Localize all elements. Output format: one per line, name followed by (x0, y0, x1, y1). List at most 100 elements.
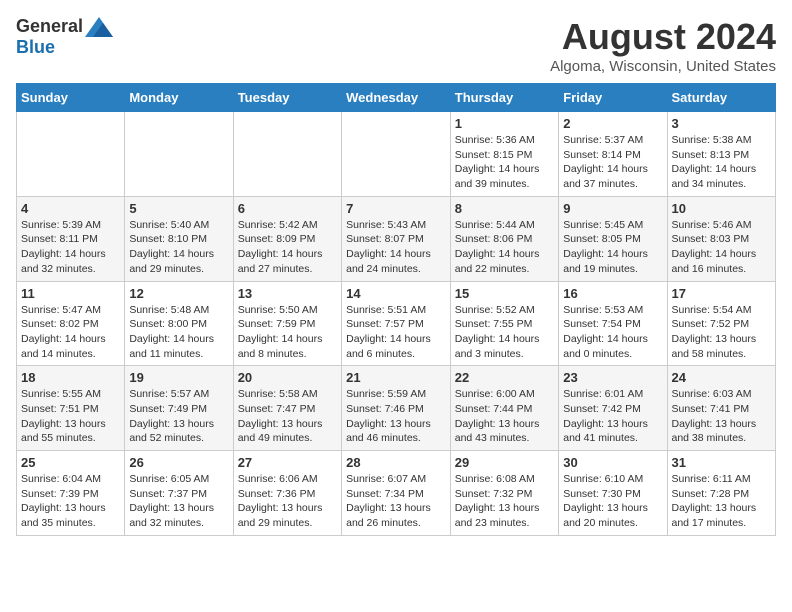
calendar-cell: 13 Sunrise: 5:50 AM Sunset: 7:59 PM Dayli… (233, 281, 341, 366)
day-info: Sunrise: 5:43 AM Sunset: 8:07 PM Dayligh… (346, 218, 446, 277)
day-number: 26 (129, 455, 228, 470)
calendar-cell: 30 Sunrise: 6:10 AM Sunset: 7:30 PM Dayli… (559, 451, 667, 536)
calendar-cell: 3 Sunrise: 5:38 AM Sunset: 8:13 PM Daylig… (667, 112, 776, 197)
day-number: 16 (563, 286, 662, 301)
logo-general-text: General (16, 16, 83, 37)
day-info: Sunrise: 5:58 AM Sunset: 7:47 PM Dayligh… (238, 387, 337, 446)
day-info: Sunrise: 6:00 AM Sunset: 7:44 PM Dayligh… (455, 387, 554, 446)
calendar-cell: 12 Sunrise: 5:48 AM Sunset: 8:00 PM Dayli… (125, 281, 233, 366)
calendar-week-row: 1 Sunrise: 5:36 AM Sunset: 8:15 PM Daylig… (17, 112, 776, 197)
calendar-cell: 15 Sunrise: 5:52 AM Sunset: 7:55 PM Dayli… (450, 281, 558, 366)
day-number: 8 (455, 201, 554, 216)
day-info: Sunrise: 6:06 AM Sunset: 7:36 PM Dayligh… (238, 472, 337, 531)
calendar-cell: 23Sunrise: 6:01 AM Sunset: 7:42 PM Dayli… (559, 366, 667, 451)
day-info: Sunrise: 5:53 AM Sunset: 7:54 PM Dayligh… (563, 303, 662, 362)
day-of-week-header: Monday (125, 84, 233, 112)
logo: General Blue (16, 16, 113, 58)
day-info: Sunrise: 5:54 AM Sunset: 7:52 PM Dayligh… (672, 303, 772, 362)
day-info: Sunrise: 5:36 AM Sunset: 8:15 PM Dayligh… (455, 133, 554, 192)
calendar-cell: 6Sunrise: 5:42 AM Sunset: 8:09 PM Daylig… (233, 196, 341, 281)
day-number: 25 (21, 455, 120, 470)
day-info: Sunrise: 5:52 AM Sunset: 7:55 PM Dayligh… (455, 303, 554, 362)
calendar-cell: 10 Sunrise: 5:46 AM Sunset: 8:03 PM Dayli… (667, 196, 776, 281)
day-number: 31 (672, 455, 772, 470)
day-info: Sunrise: 5:45 AM Sunset: 8:05 PM Dayligh… (563, 218, 662, 277)
day-number: 4 (21, 201, 120, 216)
day-of-week-header: Wednesday (342, 84, 451, 112)
day-info: Sunrise: 5:50 AM Sunset: 7:59 PM Dayligh… (238, 303, 337, 362)
calendar-week-row: 18Sunrise: 5:55 AM Sunset: 7:51 PM Dayli… (17, 366, 776, 451)
day-number: 5 (129, 201, 228, 216)
day-number: 9 (563, 201, 662, 216)
day-info: Sunrise: 5:37 AM Sunset: 8:14 PM Dayligh… (563, 133, 662, 192)
day-info: Sunrise: 5:48 AM Sunset: 8:00 PM Dayligh… (129, 303, 228, 362)
day-info: Sunrise: 6:10 AM Sunset: 7:30 PM Dayligh… (563, 472, 662, 531)
day-number: 20 (238, 370, 337, 385)
logo-icon (85, 17, 113, 37)
day-info: Sunrise: 6:01 AM Sunset: 7:42 PM Dayligh… (563, 387, 662, 446)
day-number: 22 (455, 370, 554, 385)
day-number: 24 (672, 370, 772, 385)
day-number: 30 (563, 455, 662, 470)
day-number: 1 (455, 116, 554, 131)
day-info: Sunrise: 5:39 AM Sunset: 8:11 PM Dayligh… (21, 218, 120, 277)
day-number: 18 (21, 370, 120, 385)
calendar-cell: 25 Sunrise: 6:04 AM Sunset: 7:39 PM Dayli… (17, 451, 125, 536)
calendar-cell: 20 Sunrise: 5:58 AM Sunset: 7:47 PM Dayli… (233, 366, 341, 451)
day-info: Sunrise: 5:38 AM Sunset: 8:13 PM Dayligh… (672, 133, 772, 192)
day-info: Sunrise: 5:47 AM Sunset: 8:02 PM Dayligh… (21, 303, 120, 362)
calendar-cell: 11 Sunrise: 5:47 AM Sunset: 8:02 PM Dayli… (17, 281, 125, 366)
day-info: Sunrise: 5:46 AM Sunset: 8:03 PM Dayligh… (672, 218, 772, 277)
day-of-week-header: Friday (559, 84, 667, 112)
day-info: Sunrise: 5:44 AM Sunset: 8:06 PM Dayligh… (455, 218, 554, 277)
day-number: 29 (455, 455, 554, 470)
day-number: 10 (672, 201, 772, 216)
calendar-cell: 18Sunrise: 5:55 AM Sunset: 7:51 PM Dayli… (17, 366, 125, 451)
calendar-cell: 17 Sunrise: 5:54 AM Sunset: 7:52 PM Dayli… (667, 281, 776, 366)
day-number: 19 (129, 370, 228, 385)
calendar-cell: 7 Sunrise: 5:43 AM Sunset: 8:07 PM Daylig… (342, 196, 451, 281)
day-info: Sunrise: 6:07 AM Sunset: 7:34 PM Dayligh… (346, 472, 446, 531)
day-number: 13 (238, 286, 337, 301)
calendar-cell: 22 Sunrise: 6:00 AM Sunset: 7:44 PM Dayli… (450, 366, 558, 451)
calendar-cell: 21 Sunrise: 5:59 AM Sunset: 7:46 PM Dayli… (342, 366, 451, 451)
day-info: Sunrise: 6:11 AM Sunset: 7:28 PM Dayligh… (672, 472, 772, 531)
day-number: 17 (672, 286, 772, 301)
calendar-cell: 16 Sunrise: 5:53 AM Sunset: 7:54 PM Dayli… (559, 281, 667, 366)
day-number: 15 (455, 286, 554, 301)
day-number: 14 (346, 286, 446, 301)
day-number: 12 (129, 286, 228, 301)
day-number: 7 (346, 201, 446, 216)
day-number: 21 (346, 370, 446, 385)
title-section: August 2024 Algoma, Wisconsin, United St… (550, 16, 776, 75)
day-number: 6 (238, 201, 337, 216)
calendar-table: SundayMondayTuesdayWednesdayThursdayFrid… (16, 83, 776, 536)
calendar-cell: 31 Sunrise: 6:11 AM Sunset: 7:28 PM Dayli… (667, 451, 776, 536)
day-info: Sunrise: 6:04 AM Sunset: 7:39 PM Dayligh… (21, 472, 120, 531)
calendar-cell (342, 112, 451, 197)
day-number: 27 (238, 455, 337, 470)
day-info: Sunrise: 5:51 AM Sunset: 7:57 PM Dayligh… (346, 303, 446, 362)
day-of-week-header: Tuesday (233, 84, 341, 112)
day-info: Sunrise: 5:57 AM Sunset: 7:49 PM Dayligh… (129, 387, 228, 446)
calendar-cell: 26Sunrise: 6:05 AM Sunset: 7:37 PM Dayli… (125, 451, 233, 536)
day-number: 11 (21, 286, 120, 301)
day-info: Sunrise: 5:40 AM Sunset: 8:10 PM Dayligh… (129, 218, 228, 277)
calendar-cell (233, 112, 341, 197)
month-title: August 2024 (550, 16, 776, 58)
calendar-cell: 24 Sunrise: 6:03 AM Sunset: 7:41 PM Dayli… (667, 366, 776, 451)
calendar-week-row: 25 Sunrise: 6:04 AM Sunset: 7:39 PM Dayli… (17, 451, 776, 536)
day-number: 3 (672, 116, 772, 131)
calendar-cell: 27 Sunrise: 6:06 AM Sunset: 7:36 PM Dayli… (233, 451, 341, 536)
calendar-cell: 29Sunrise: 6:08 AM Sunset: 7:32 PM Dayli… (450, 451, 558, 536)
calendar-header: SundayMondayTuesdayWednesdayThursdayFrid… (17, 84, 776, 112)
calendar-week-row: 4 Sunrise: 5:39 AM Sunset: 8:11 PM Daylig… (17, 196, 776, 281)
day-of-week-header: Thursday (450, 84, 558, 112)
day-info: Sunrise: 6:03 AM Sunset: 7:41 PM Dayligh… (672, 387, 772, 446)
calendar-body: 1 Sunrise: 5:36 AM Sunset: 8:15 PM Daylig… (17, 112, 776, 536)
day-number: 28 (346, 455, 446, 470)
day-info: Sunrise: 5:59 AM Sunset: 7:46 PM Dayligh… (346, 387, 446, 446)
calendar-cell: 14 Sunrise: 5:51 AM Sunset: 7:57 PM Dayli… (342, 281, 451, 366)
logo-blue-text: Blue (16, 37, 55, 58)
day-number: 2 (563, 116, 662, 131)
